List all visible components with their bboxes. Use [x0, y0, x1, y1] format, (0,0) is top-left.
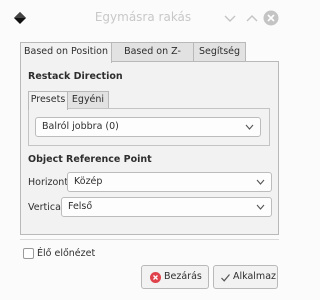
tab-panel: Restack Direction Presets Egyéni Balról … — [20, 61, 279, 235]
direction-select[interactable]: Balról jobbra (0) — [35, 117, 261, 137]
checkmark-icon — [221, 274, 230, 282]
close-icon — [150, 272, 161, 283]
vertical-select-value: Felső — [68, 201, 93, 212]
apply-button-label: Alkalmaz — [233, 271, 276, 282]
tab-based-on-z-order[interactable]: Based on Z-Order — [111, 42, 194, 75]
chevron-down-icon — [256, 179, 265, 185]
close-button[interactable]: Bezárás — [141, 265, 209, 289]
chevron-down-icon — [245, 124, 254, 130]
live-preview-label[interactable]: Élő előnézet — [37, 248, 95, 259]
subtab-presets[interactable]: Presets — [28, 91, 68, 110]
maximize-icon[interactable] — [244, 10, 260, 26]
restack-direction-heading: Restack Direction — [28, 71, 123, 82]
direction-select-value: Balról jobbra (0) — [42, 121, 119, 132]
vertical-select[interactable]: Felső — [61, 197, 272, 217]
presets-panel: Balról jobbra (0) — [28, 108, 270, 146]
close-button-label: Bezárás — [164, 271, 202, 282]
horizontal-select[interactable]: Közép — [67, 172, 272, 192]
title-bar: Egymásra rakás — [0, 0, 286, 34]
live-preview-checkbox[interactable] — [23, 248, 34, 259]
horizontal-select-value: Közép — [74, 176, 103, 187]
chevron-down-icon — [256, 204, 265, 210]
minimize-icon[interactable] — [222, 10, 238, 26]
tab-help[interactable]: Segítség — [193, 42, 246, 62]
close-window-icon[interactable] — [263, 10, 279, 26]
subtab-custom[interactable]: Egyéni — [67, 91, 109, 109]
reference-point-heading: Object Reference Point — [28, 154, 152, 165]
tab-based-on-position[interactable]: Based on Position — [20, 42, 112, 63]
apply-button[interactable]: Alkalmaz — [213, 265, 278, 289]
divider — [20, 239, 279, 240]
